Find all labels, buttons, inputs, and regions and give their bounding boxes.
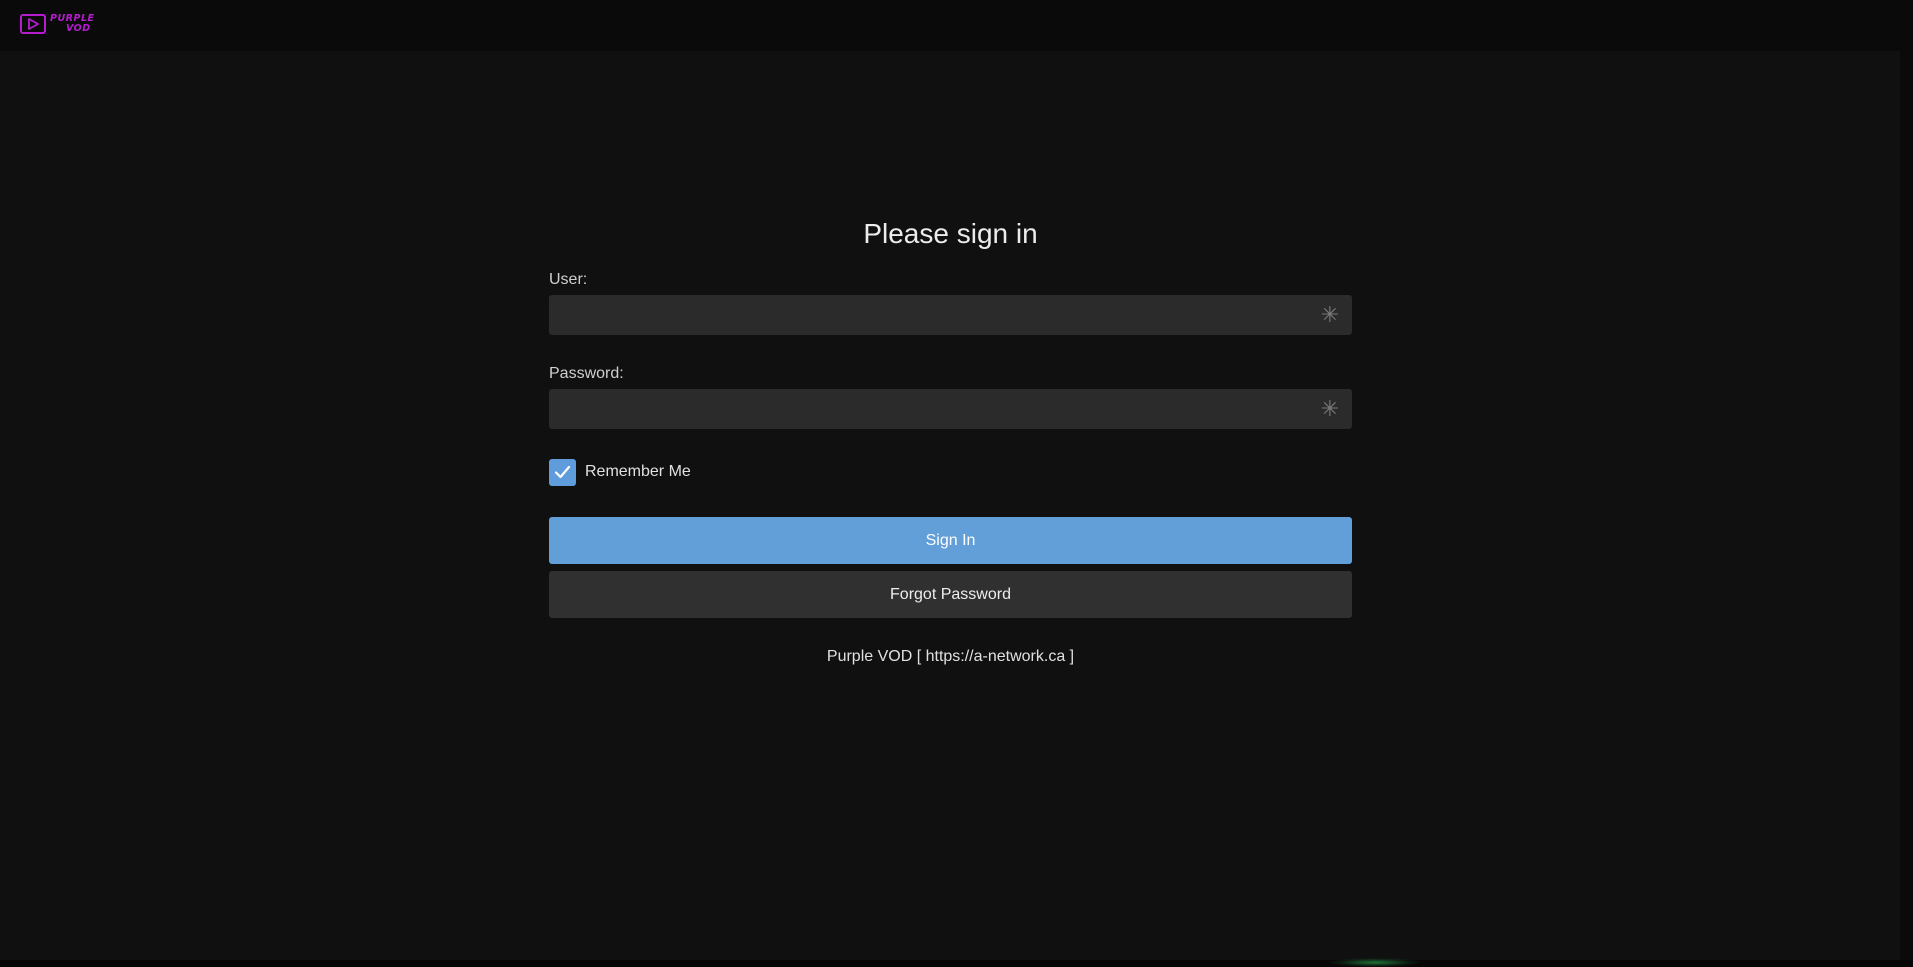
sign-in-button[interactable]: Sign In — [549, 517, 1352, 564]
asterisk-icon: ✳ — [1320, 396, 1340, 421]
user-field: ✳ — [549, 295, 1352, 335]
footer-text: Purple VOD [ https://a-network.ca ] — [826, 648, 1075, 665]
password-field: ✳ — [549, 389, 1352, 429]
remember-me-label[interactable]: Remember Me — [585, 463, 691, 481]
user-label: User: — [549, 271, 588, 288]
forgot-password-button[interactable]: Forgot Password — [549, 571, 1352, 618]
bottom-glow — [1330, 958, 1420, 967]
logo-line-2: VOD — [66, 23, 91, 34]
right-gutter — [1900, 0, 1913, 967]
logo-text: PURPLE VOD — [50, 14, 95, 34]
remember-me-row[interactable]: Remember Me — [549, 458, 1352, 486]
top-bar: PURPLE VOD — [0, 0, 1900, 51]
app-window: PURPLE VOD Please sign in User: ✳ Passwo… — [0, 0, 1913, 967]
checkmark-icon — [554, 465, 571, 479]
sign-in-form: Please sign in User: ✳ Password: ✳ Remem… — [549, 210, 1352, 666]
play-icon — [20, 14, 46, 34]
user-input[interactable] — [549, 295, 1352, 335]
page-title: Please sign in — [863, 218, 1038, 249]
password-label: Password: — [549, 365, 624, 382]
purple-vod-logo[interactable]: PURPLE VOD — [20, 10, 104, 38]
bottom-strip — [0, 960, 1913, 967]
password-input[interactable] — [549, 389, 1352, 429]
asterisk-icon: ✳ — [1320, 302, 1340, 327]
remember-me-checkbox[interactable] — [549, 458, 576, 486]
